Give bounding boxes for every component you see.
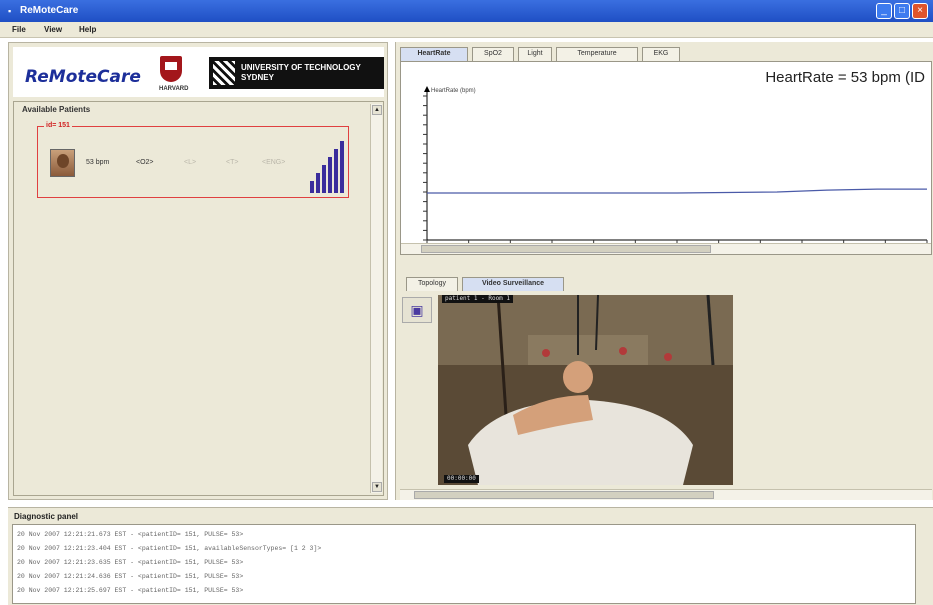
- heart-rate-series-line: [427, 188, 927, 194]
- diagnostic-log[interactable]: 20 Nov 2007 12:21:21.673 EST - <patientI…: [12, 524, 916, 604]
- signal-bar: [322, 165, 326, 193]
- spo2-value: <O2>: [136, 159, 154, 166]
- lower-panel: Topology Video Surveillance ▣ patient 1 …: [400, 275, 932, 500]
- tab-ekg[interactable]: EKG: [642, 47, 680, 61]
- chart-y-axis-label: HeartRate (bpm): [431, 88, 476, 94]
- tab-temperature[interactable]: Temperature: [556, 47, 638, 61]
- harvard-label: HARVARD: [159, 86, 189, 92]
- available-patients-panel: Available Patients id= 151 53 bpm <O2> <…: [13, 101, 384, 496]
- log-line: 20 Nov 2007 12:21:25.697 EST - <patientI…: [17, 587, 244, 594]
- light-value: <L>: [184, 159, 197, 166]
- menu-bar: File View Help: [0, 22, 933, 38]
- patient-id-label: id= 151: [44, 122, 72, 129]
- uts-label: UNIVERSITY OF TECHNOLOGY SYDNEY: [241, 63, 361, 82]
- title-bar: ▪ ReMoteCare _ □ ×: [0, 0, 933, 22]
- scroll-up-arrow-icon[interactable]: ▲: [372, 105, 382, 115]
- scroll-down-arrow-icon[interactable]: ▼: [372, 482, 382, 492]
- right-panel: HeartRate SpO2 Light Temperature EKG Hea…: [395, 42, 933, 500]
- lower-scroll-thumb[interactable]: [414, 491, 714, 499]
- heart-rate-readout: HeartRate = 53 bpm (ID: [765, 69, 925, 86]
- app-icon: ▪: [8, 6, 12, 16]
- tab-light[interactable]: Light: [518, 47, 552, 61]
- remotecare-logo: ReMoteCare: [25, 67, 141, 87]
- minimize-button[interactable]: _: [876, 3, 892, 19]
- signal-bar: [310, 181, 314, 193]
- logo-banner: ReMoteCare HARVARD UNIVERSITY OF TECHNOL…: [13, 47, 384, 97]
- panel-title: Available Patients: [22, 105, 91, 114]
- log-line: 20 Nov 2007 12:21:24.636 EST - <patientI…: [17, 573, 244, 580]
- signal-bar: [340, 141, 344, 193]
- tab-topology[interactable]: Topology: [406, 277, 458, 291]
- video-feed: patient 1 - Room 1 00:00:00: [438, 295, 733, 485]
- uts-logo: UNIVERSITY OF TECHNOLOGY SYDNEY: [209, 57, 384, 89]
- left-panel: ReMoteCare HARVARD UNIVERSITY OF TECHNOL…: [8, 42, 388, 500]
- tab-heartrate[interactable]: HeartRate: [400, 47, 468, 61]
- signal-bar: [316, 173, 320, 193]
- patient-card[interactable]: id= 151 53 bpm <O2> <L> <T> <ENG>: [37, 122, 349, 198]
- camera-icon[interactable]: ▣: [402, 297, 432, 323]
- ekg-value: <ENG>: [262, 159, 286, 166]
- chart-canvas: [423, 86, 928, 244]
- video-bottom-caption: 00:00:00: [444, 475, 479, 483]
- window-title: ReMoteCare: [20, 5, 79, 16]
- video-frame-image: [438, 295, 733, 485]
- temp-value: <T>: [226, 159, 239, 166]
- menu-help[interactable]: Help: [79, 25, 96, 34]
- tab-video-surveillance[interactable]: Video Surveillance: [462, 277, 564, 291]
- close-button[interactable]: ×: [912, 3, 928, 19]
- menu-file[interactable]: File: [12, 25, 26, 34]
- heart-rate-chart: HeartRate (bpm) HeartRate = 53 bpm (ID: [400, 61, 932, 255]
- y-axis-arrow: [424, 86, 430, 92]
- log-line: 20 Nov 2007 12:21:23.404 EST - <patientI…: [17, 545, 322, 552]
- menu-view[interactable]: View: [44, 25, 62, 34]
- lower-horizontal-scrollbar[interactable]: [400, 489, 932, 500]
- diagnostic-panel: Diagnostic panel 20 Nov 2007 12:21:21.67…: [8, 507, 933, 605]
- patients-scrollbar[interactable]: ▲ ▼: [370, 104, 382, 493]
- pulse-value: 53 bpm: [86, 159, 110, 166]
- signal-bar: [334, 149, 338, 193]
- chart-scroll-thumb[interactable]: [421, 245, 711, 253]
- signal-bar: [328, 157, 332, 193]
- patient-photo: [50, 149, 75, 177]
- log-line: 20 Nov 2007 12:21:21.673 EST - <patientI…: [17, 531, 244, 538]
- uts-mark-icon: [213, 61, 235, 85]
- maximize-button[interactable]: □: [894, 3, 910, 19]
- chart-horizontal-scrollbar[interactable]: [401, 243, 931, 254]
- log-line: 20 Nov 2007 12:21:23.635 EST - <patientI…: [17, 559, 244, 566]
- harvard-shield-icon: [160, 56, 182, 82]
- diagnostic-title: Diagnostic panel: [14, 512, 79, 521]
- video-top-caption: patient 1 - Room 1: [442, 295, 514, 303]
- tab-spo2[interactable]: SpO2: [472, 47, 514, 61]
